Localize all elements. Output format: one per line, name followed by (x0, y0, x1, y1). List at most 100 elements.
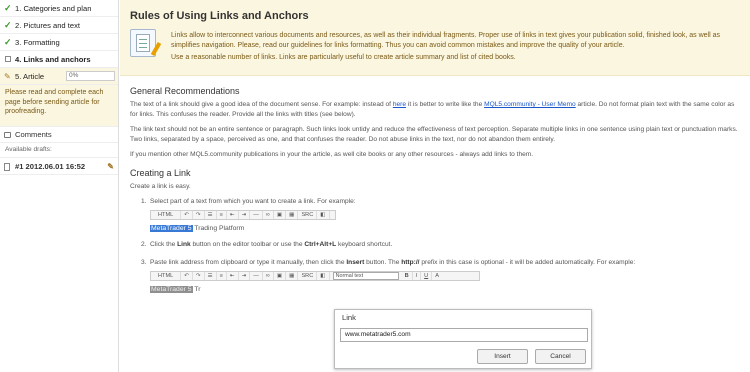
text-span: Paste link address from clipboard or typ… (150, 259, 347, 266)
text-span: http:// (401, 259, 420, 266)
text-span: Trading Platform (192, 224, 245, 232)
step-item-3: 3. Paste link address from clipboard or … (130, 258, 740, 295)
indent-icon[interactable]: ⇥ (239, 271, 251, 280)
table-icon[interactable]: ▦ (286, 271, 299, 280)
sidebar-item-pictures[interactable]: ✓ 2. Pictures and text (0, 17, 118, 34)
text-color-button[interactable]: A (432, 272, 442, 280)
here-link[interactable]: here (393, 101, 406, 108)
sample-text: MetaTrader 5 Trading Platform (150, 224, 740, 234)
sidebar-item-formatting[interactable]: ✓ 3. Formatting (0, 34, 118, 51)
undo-icon[interactable]: ↶ (181, 271, 193, 280)
sidebar-item-categories[interactable]: ✓ 1. Categories and plan (0, 0, 118, 17)
editor-toolbar: HTML ↶ ↷ ☰ ≡ ⇤ ⇥ ― ∞ ▣ ▦ SRC ◧ (150, 209, 336, 220)
outdent-icon[interactable]: ⇤ (227, 271, 239, 280)
undo-icon[interactable]: ↶ (181, 210, 193, 219)
redo-icon[interactable]: ↷ (193, 271, 205, 280)
banner-intro: Links allow to interconnect various docu… (171, 32, 720, 49)
table-icon[interactable]: ▦ (286, 210, 299, 219)
image-icon[interactable]: ▣ (274, 210, 287, 219)
text-span: Click the (150, 240, 178, 248)
step-item-1: 1. Select part of a text from which you … (130, 197, 740, 234)
text-span: Ctrl+Alt+L (304, 240, 337, 248)
html-button[interactable]: HTML (151, 271, 182, 280)
section-heading-creating: Creating a Link (130, 167, 191, 178)
drafts-heading: Available drafts: (5, 146, 52, 153)
comment-icon (4, 132, 11, 138)
link-icon[interactable]: ∞ (263, 210, 274, 219)
pencil-icon: ✎ (4, 72, 11, 81)
outdent-icon[interactable]: ⇤ (227, 210, 239, 219)
link-url-input[interactable]: www.metatrader5.com (340, 328, 588, 342)
banner-tip: Use a reasonable number of links. Links … (171, 54, 516, 62)
checkmark-icon: ✓ (4, 37, 12, 47)
draft-label: #1 2012.06.01 16:52 (15, 162, 86, 171)
main-content: Rules of Using Links and Anchors Links a… (120, 0, 750, 372)
text-span: it is better to write like the (406, 101, 485, 108)
html-button[interactable]: HTML (151, 210, 182, 219)
creating-intro: Create a link is easy. (130, 182, 191, 190)
sidebar-item-label: 3. Formatting (15, 38, 60, 47)
text-span: button. The (364, 259, 402, 266)
proofreading-notice: Please read and complete each page befor… (0, 85, 118, 127)
source-button[interactable]: SRC (298, 271, 318, 280)
horizontal-rule-icon[interactable]: ― (250, 271, 263, 280)
step-item-2: 2. Click the Link button on the editor t… (141, 240, 393, 248)
general-paragraph-1: The text of a link should give a good id… (130, 100, 740, 119)
insert-button[interactable]: Insert (477, 349, 528, 364)
selected-text: MetaTrader 5 (150, 285, 193, 293)
steps-list: 1. Select part of a text from which you … (130, 197, 740, 295)
editor-toolbar-full: HTML ↶ ↷ ☰ ≡ ⇤ ⇥ ― ∞ ▣ ▦ SRC ◧ Normal te… (150, 270, 480, 281)
page-title: Rules of Using Links and Anchors (130, 10, 309, 22)
sidebar-item-label: 2. Pictures and text (15, 21, 81, 30)
text-span: button on the editor toolbar or use the (190, 240, 305, 248)
comments-link[interactable]: Comments (0, 127, 118, 143)
link-dialog: Link www.metatrader5.com Insert Cancel (334, 309, 592, 369)
draft-item[interactable]: #1 2012.06.01 16:52 ✎ (0, 157, 118, 175)
edit-draft-icon[interactable]: ✎ (107, 158, 114, 176)
text-span: The text of a link should give a good id… (130, 101, 393, 108)
general-paragraph-2: The link text should not be an entire se… (130, 126, 738, 143)
info-banner: Rules of Using Links and Anchors Links a… (120, 0, 750, 76)
comments-label: Comments (15, 130, 52, 139)
numbered-list-icon[interactable]: ≡ (217, 271, 227, 280)
sidebar-item-label: 4. Links and anchors (15, 55, 91, 64)
article-body: General Recommendations The text of a li… (120, 76, 740, 295)
article-progress-bar: 0% (66, 71, 115, 81)
sidebar: ✓ 1. Categories and plan ✓ 2. Pictures a… (0, 0, 119, 372)
sidebar-item-links[interactable]: 4. Links and anchors (0, 51, 118, 68)
text-span: keyboard shortcut. (336, 240, 393, 248)
numbered-list-icon[interactable]: ≡ (217, 210, 227, 219)
format-select[interactable]: Normal text (332, 271, 399, 280)
text-span: prefix in this case is optional - it wil… (419, 259, 636, 266)
sidebar-item-label: 5. Article (15, 72, 45, 81)
dialog-title: Link (342, 313, 356, 322)
article-progress-value: 0% (69, 72, 79, 79)
cancel-button[interactable]: Cancel (535, 349, 586, 364)
special-char-icon[interactable]: ◧ (317, 271, 330, 280)
step-text: Select part of a text from which you wan… (150, 198, 356, 205)
sample-text-2: MetaTrader 5 Tr (150, 285, 740, 295)
text-span: Link (177, 240, 191, 248)
underline-button[interactable]: U (421, 271, 433, 280)
general-paragraph-3: If you mention other MQL5.community publ… (130, 151, 534, 158)
user-memo-link[interactable]: MQL5.community - User Memo (484, 101, 576, 108)
bullet-list-icon[interactable]: ☰ (205, 210, 217, 219)
sidebar-item-article[interactable]: ✎ 5. Article 0% (0, 68, 118, 85)
source-button[interactable]: SRC (298, 210, 318, 219)
link-icon[interactable]: ∞ (263, 271, 274, 280)
bold-button[interactable]: B (402, 271, 413, 280)
text-span: Tr (192, 285, 201, 293)
horizontal-rule-icon[interactable]: ― (250, 210, 263, 219)
special-char-icon[interactable]: ◧ (317, 210, 330, 219)
checkmark-icon: ✓ (4, 20, 12, 30)
text-span: Insert (346, 259, 365, 266)
clipboard-pencil-icon (130, 29, 162, 57)
checkbox-empty-icon (5, 56, 11, 62)
indent-icon[interactable]: ⇥ (239, 210, 251, 219)
italic-button[interactable]: I (413, 271, 422, 280)
checkmark-icon: ✓ (4, 3, 12, 13)
bullet-list-icon[interactable]: ☰ (205, 271, 217, 280)
redo-icon[interactable]: ↷ (193, 210, 205, 219)
image-icon[interactable]: ▣ (274, 271, 287, 280)
sidebar-item-label: 1. Categories and plan (15, 4, 92, 13)
